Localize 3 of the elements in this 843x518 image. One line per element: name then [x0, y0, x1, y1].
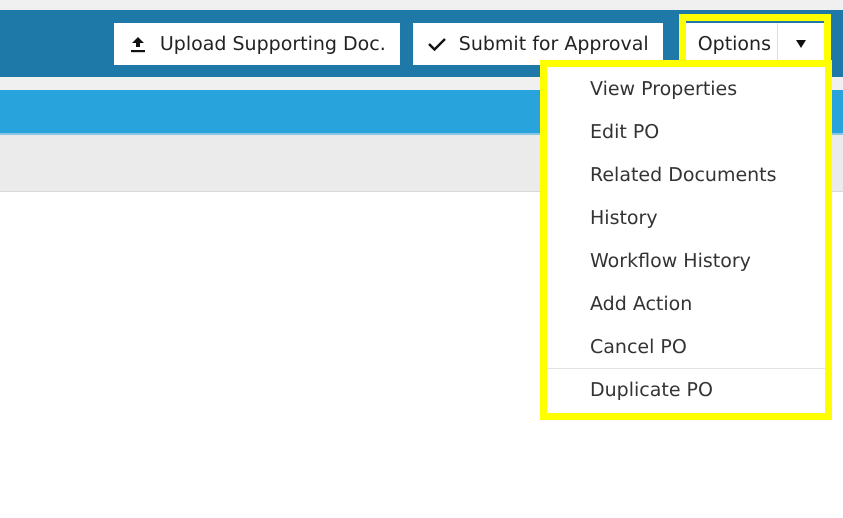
upload-button[interactable]: Upload Supporting Doc.: [114, 22, 400, 64]
check-button[interactable]: Submit for Approval: [412, 22, 663, 64]
caret-icon: [795, 38, 807, 48]
